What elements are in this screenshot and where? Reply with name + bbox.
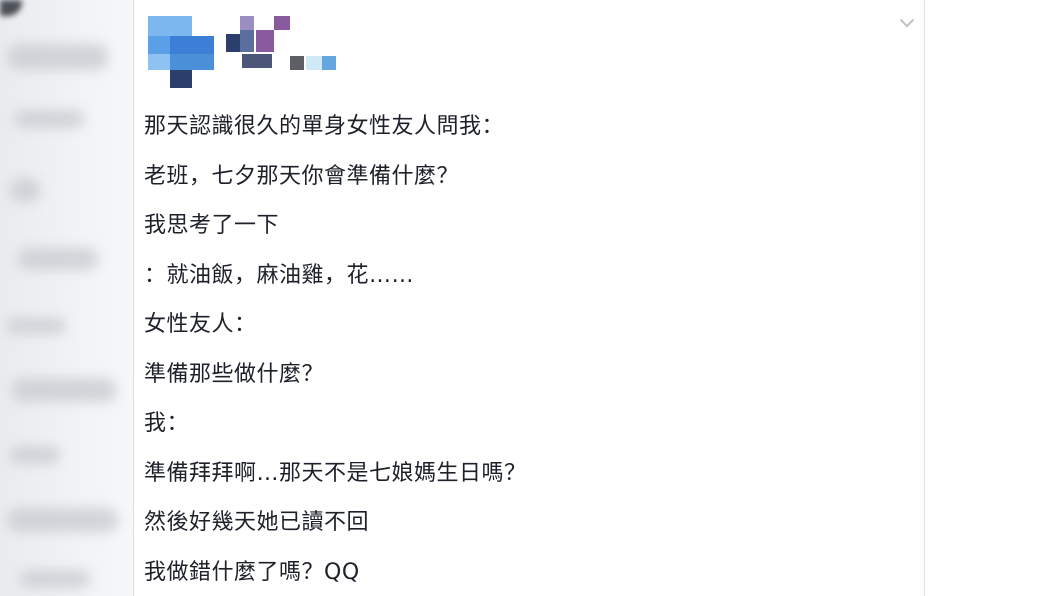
blurred-feed-item: [18, 248, 98, 270]
blurred-feed-item: [8, 44, 108, 70]
avatar-pixel: [148, 54, 170, 70]
blurred-feed-item: [6, 318, 66, 334]
post-line-8: 準備拜拜啊…那天不是七娘媽生日嗎？: [144, 460, 527, 486]
post-card: 那天認識很久的單身女性友人問我： 老班，七夕那天你會準備什麼？ 我思考了一下 ：…: [133, 0, 925, 596]
name-pixel: [242, 54, 272, 68]
avatar-pixel: [148, 16, 192, 36]
post-line-10: 我做錯什麼了嗎？QQ: [144, 559, 360, 585]
post-line-6: 準備那些做什麼？: [144, 361, 325, 387]
chevron-down-icon-graphic: [900, 19, 914, 27]
blurred-feed-item: [14, 110, 84, 128]
page-right-margin: [926, 0, 1060, 596]
post-line-4: ：就油飯，麻油雞，花……: [144, 262, 415, 288]
name-pixel: [274, 16, 290, 30]
blurred-corner-element: [0, 0, 22, 16]
name-pixel: [256, 30, 274, 52]
name-pixel: [306, 56, 322, 70]
post-line-1: 那天認識很久的單身女性友人問我：: [144, 114, 505, 139]
name-pixel: [240, 30, 254, 52]
name-pixel: [226, 34, 240, 52]
pixelated-avatar[interactable]: [148, 16, 218, 92]
post-line-3: 我思考了一下: [144, 213, 280, 238]
avatar-pixel: [170, 70, 192, 88]
blurred-feed-item: [10, 446, 60, 464]
pixelated-author-name[interactable]: [226, 16, 346, 78]
name-pixel: [322, 56, 336, 70]
avatar-pixel: [170, 36, 214, 54]
avatar-pixel: [148, 36, 170, 54]
blurred-feed-item: [8, 508, 118, 532]
blurred-feed-item: [10, 178, 40, 202]
post-body: 那天認識很久的單身女性友人問我： 老班，七夕那天你會準備什麼？ 我思考了一下 ：…: [144, 102, 844, 596]
post-line-2: 老班，七夕那天你會準備什麼？: [144, 163, 460, 189]
blurred-feed-item: [20, 570, 90, 588]
blurred-feed-item: [12, 378, 116, 402]
avatar-pixel: [170, 54, 214, 70]
post-line-9: 然後好幾天她已讀不回: [144, 510, 370, 535]
name-pixel: [290, 56, 304, 70]
name-pixel: [240, 16, 254, 30]
post-line-5: 女性友人：: [144, 312, 257, 337]
post-line-7: 我：: [144, 411, 190, 436]
blurred-background-feed: [0, 0, 133, 596]
screenshot-stage: 那天認識很久的單身女性友人問我： 老班，七夕那天你會準備什麼？ 我思考了一下 ：…: [0, 0, 1060, 596]
chevron-down-icon[interactable]: [896, 12, 918, 34]
